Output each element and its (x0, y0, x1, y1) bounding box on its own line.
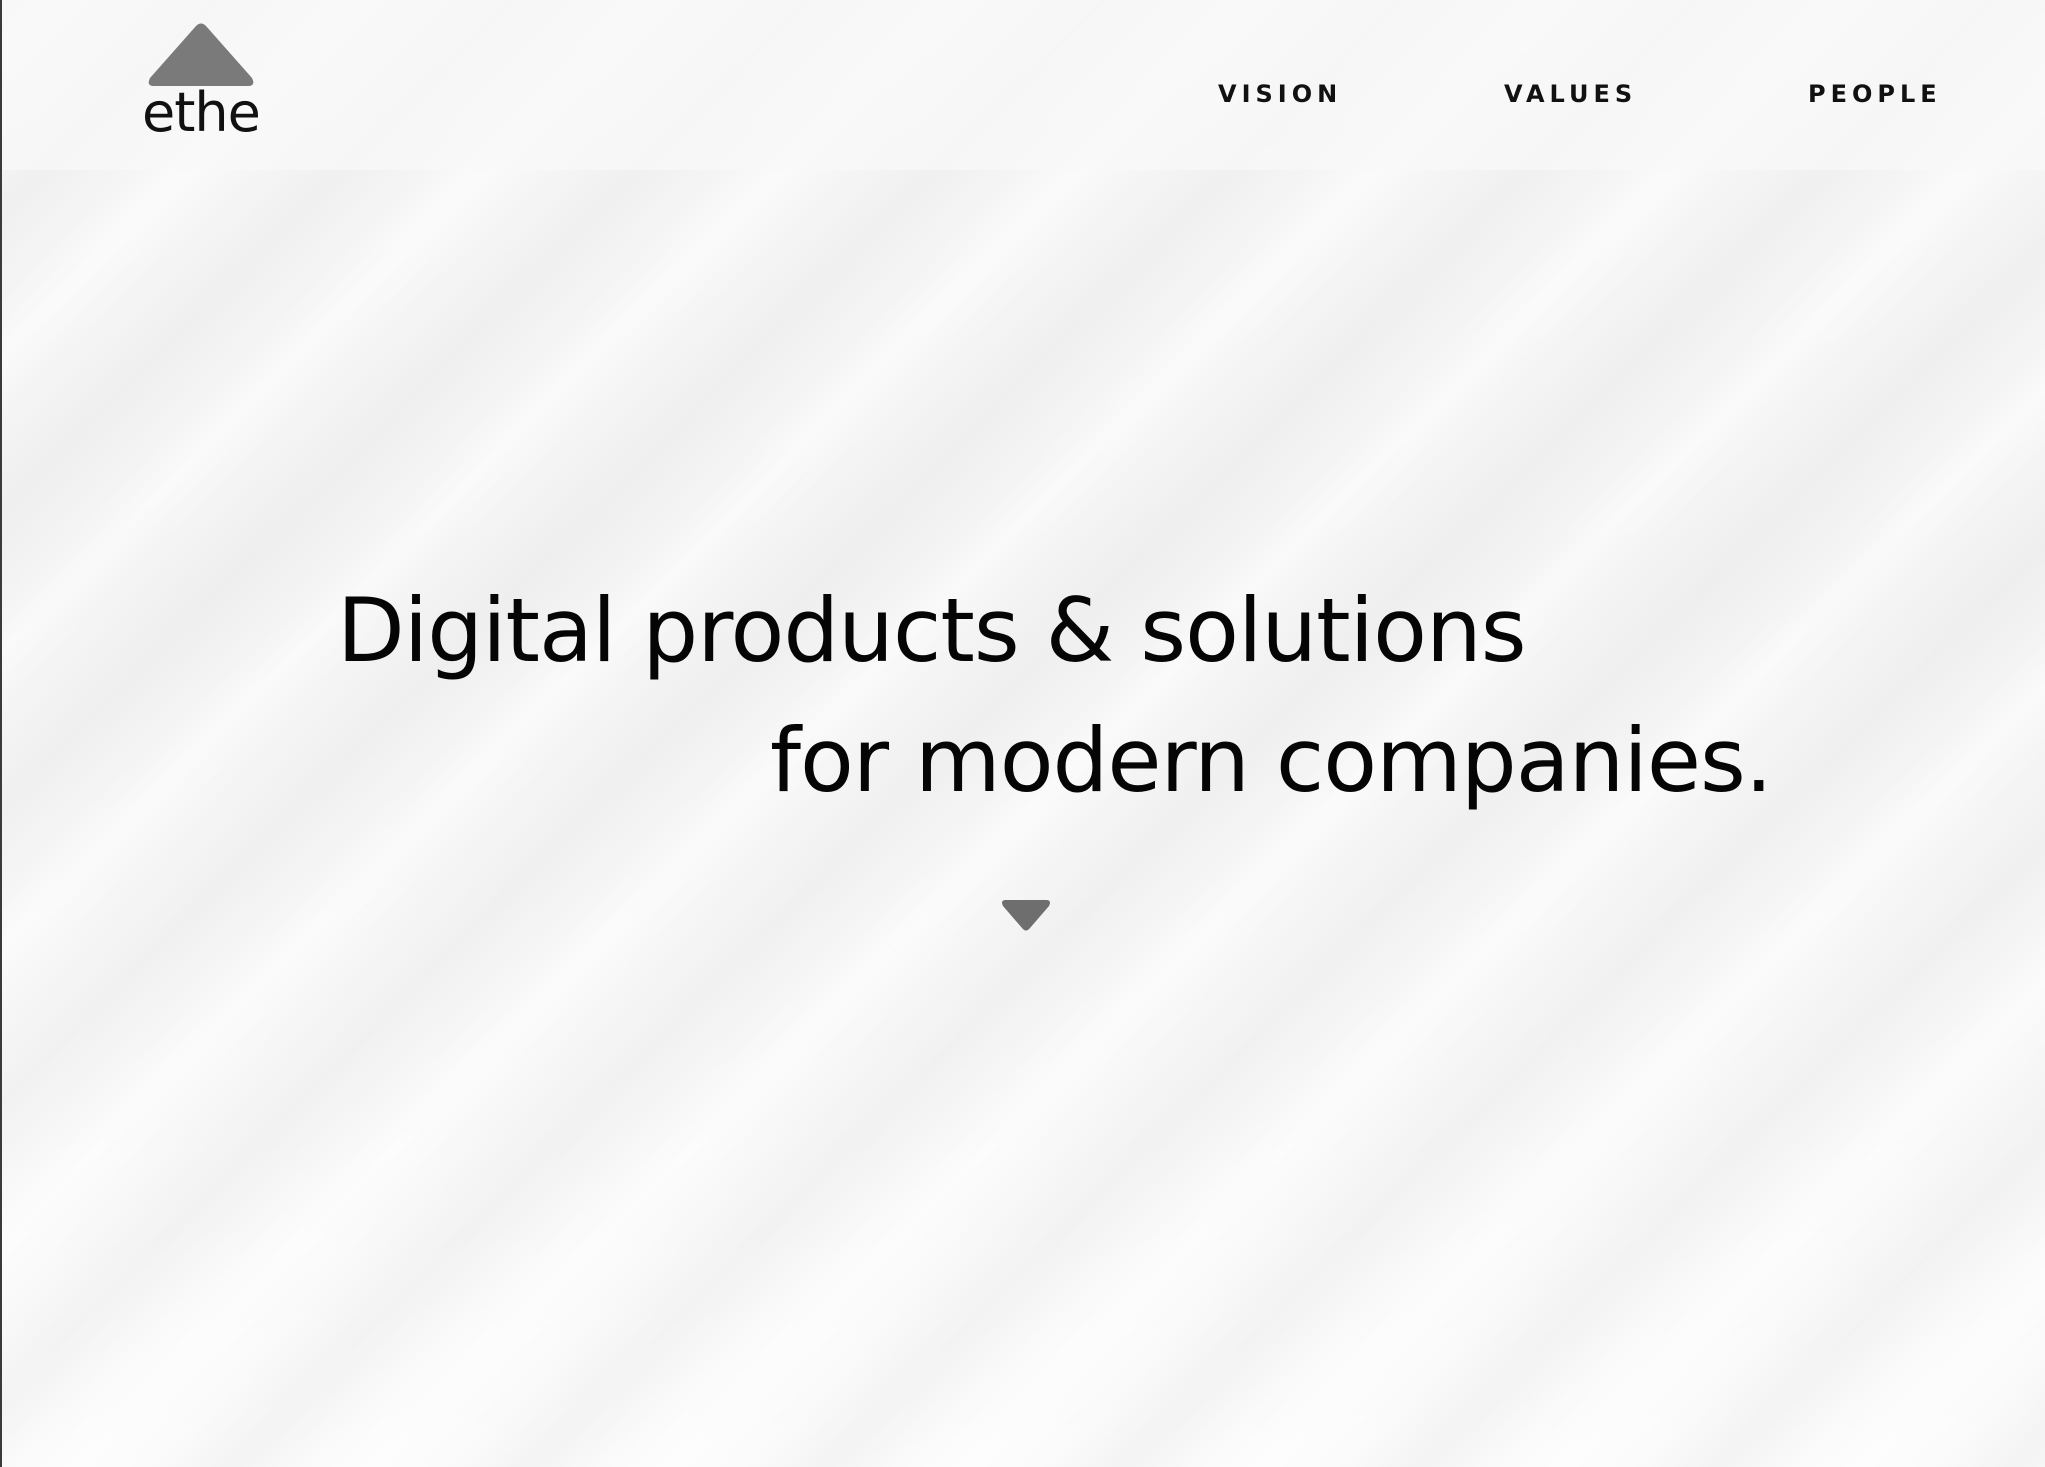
site-header: ethe VISION VALUES PEOPLE (2, 0, 2045, 170)
nav-link-vision[interactable]: VISION (1218, 82, 1342, 106)
page: ethe VISION VALUES PEOPLE Digital produc… (0, 0, 2045, 1467)
triangle-down-icon (1002, 900, 1050, 931)
hero-headline-line-2: for modern companies. (770, 709, 1773, 812)
scroll-down-button[interactable] (1000, 898, 1052, 934)
nav-link-people[interactable]: PEOPLE (1808, 82, 1942, 106)
logo-text: ethe (142, 81, 261, 144)
logo-link[interactable]: ethe (142, 22, 262, 147)
hero-headline-line-1: Digital products & solutions (337, 579, 1527, 682)
triangle-up-icon (148, 23, 254, 86)
nav-link-values[interactable]: VALUES (1504, 82, 1637, 106)
